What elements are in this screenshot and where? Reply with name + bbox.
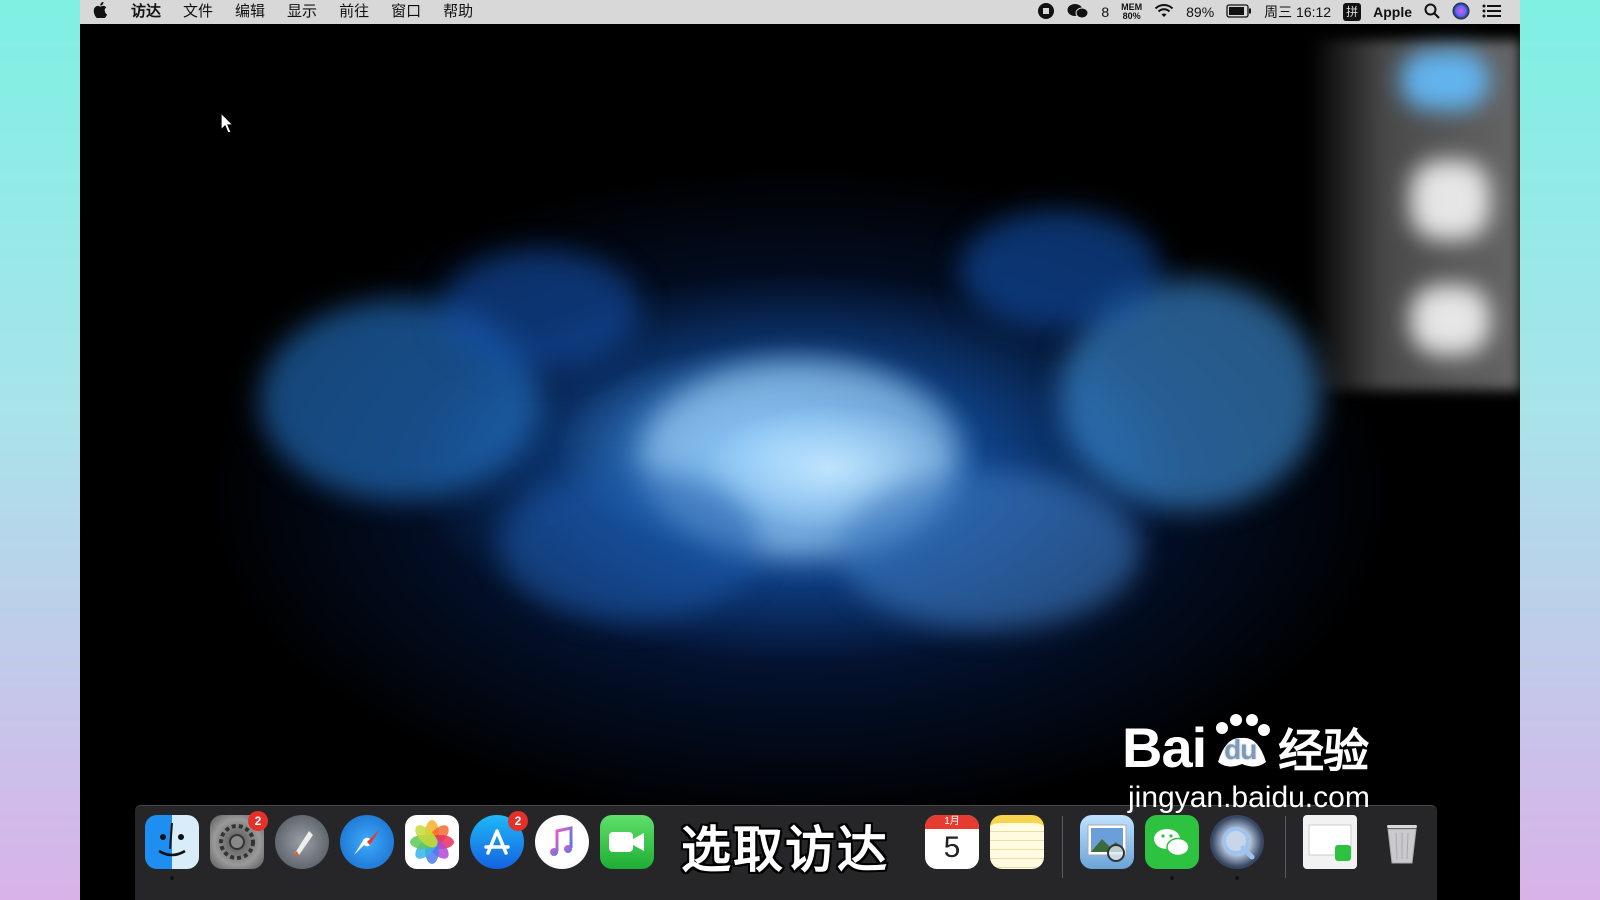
mouse-cursor-icon [220, 111, 236, 141]
battery-percent: 89% [1186, 4, 1215, 20]
menu-go[interactable]: 前往 [328, 0, 380, 24]
memory-value: 80% [1122, 11, 1141, 21]
video-subtitle: 选取访达 [680, 821, 889, 880]
apple-menu-icon[interactable] [80, 1, 120, 23]
finder-icon[interactable] [145, 815, 199, 869]
notes-icon[interactable] [990, 815, 1044, 869]
system-preferences-icon[interactable]: 2 [210, 811, 268, 869]
wechat-running-indicator [1170, 876, 1174, 880]
facetime-icon[interactable] [600, 815, 654, 869]
siri-icon[interactable] [1452, 2, 1470, 23]
safari-icon[interactable] [340, 815, 394, 869]
trash-icon[interactable] [1375, 815, 1429, 869]
menu-bar: 访达 文件 编辑 显示 前往 窗口 帮助 8 MEM 80% 89% 周三 16… [80, 0, 1520, 24]
quicktime-running-indicator [1235, 876, 1239, 880]
dock-divider-2 [1285, 816, 1286, 878]
baidu-paw-icon: du [1206, 714, 1278, 774]
wechat-icon[interactable] [1145, 815, 1199, 869]
memory-meter[interactable]: MEM 80% [1121, 3, 1142, 21]
user-name[interactable]: Apple [1373, 4, 1412, 20]
battery-icon[interactable] [1226, 3, 1252, 21]
minimized-window-icon[interactable] [1303, 815, 1357, 869]
wechat-status-icon[interactable] [1067, 2, 1089, 23]
launchpad-icon[interactable] [275, 815, 329, 869]
clock[interactable]: 周三 16:12 [1264, 2, 1331, 22]
dock-divider [1062, 816, 1063, 878]
screen-record-icon[interactable] [1037, 2, 1055, 23]
calendar-icon[interactable]: 1月 5 [925, 815, 979, 869]
menu-edit[interactable]: 编辑 [224, 0, 276, 24]
itunes-icon[interactable] [535, 815, 589, 869]
watermark-logo: Bai du 经验 [1122, 714, 1370, 781]
menu-app-name[interactable]: 访达 [120, 0, 172, 24]
watermark-url: jingyan.baidu.com [1128, 781, 1370, 814]
watermark-logo-jingyan: 经验 [1278, 725, 1369, 777]
app-store-badge: 2 [508, 811, 528, 831]
menu-file[interactable]: 文件 [172, 0, 224, 24]
input-method-icon[interactable]: 拼 [1343, 3, 1362, 21]
notification-center-icon[interactable] [1482, 3, 1502, 22]
photos-icon[interactable] [405, 815, 459, 869]
blurred-notification-area [1310, 40, 1520, 390]
system-preferences-badge: 2 [248, 811, 268, 831]
watermark-logo-bai: Bai [1122, 716, 1207, 779]
calendar-month: 1月 [925, 815, 979, 829]
wechat-count: 8 [1101, 4, 1110, 20]
baidu-watermark: Bai du 经验 jingyan.baidu.com [1122, 714, 1370, 815]
preview-icon[interactable] [1080, 815, 1134, 869]
calendar-day: 5 [943, 831, 961, 864]
menu-view[interactable]: 显示 [276, 0, 328, 24]
finder-running-indicator [170, 876, 174, 880]
watermark-logo-du: du [1224, 734, 1257, 765]
app-store-icon[interactable]: 2 [470, 811, 528, 869]
spotlight-search-icon[interactable] [1424, 3, 1440, 22]
wifi-icon[interactable] [1154, 3, 1174, 22]
menu-window[interactable]: 窗口 [380, 0, 432, 24]
quicktime-icon[interactable] [1210, 815, 1264, 869]
menu-help[interactable]: 帮助 [432, 0, 484, 24]
